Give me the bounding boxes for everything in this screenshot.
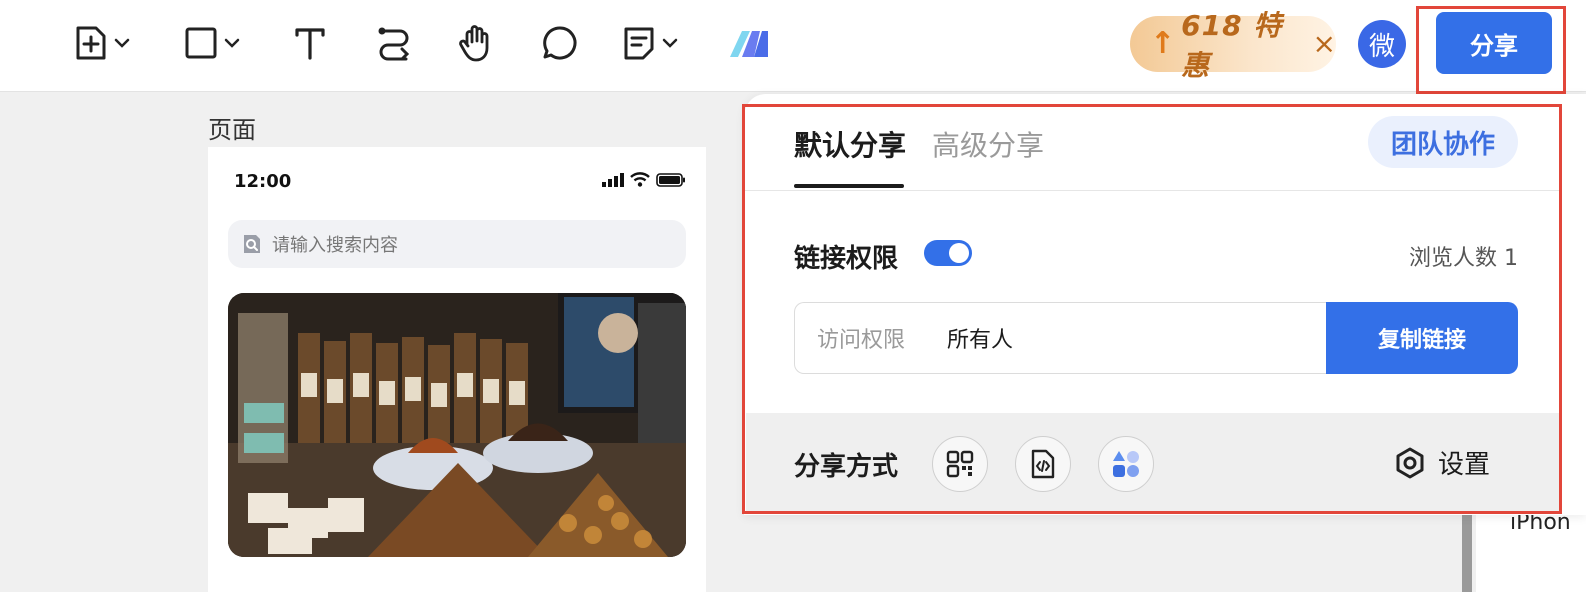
battery-icon: [656, 172, 685, 187]
food-market-photo: [228, 293, 686, 557]
tab-advanced-share[interactable]: 高级分享: [932, 124, 1044, 164]
search-placeholder: 请输入搜索内容: [272, 235, 398, 256]
status-time: 12:00: [234, 171, 292, 192]
link-permission-label: 链接权限: [794, 244, 899, 274]
hand-icon: [459, 25, 489, 62]
qrcode-icon: [946, 450, 974, 478]
sticky-note-icon: [624, 27, 654, 60]
toolbar: ↑ 618 特惠 × 微 分享: [0, 0, 1586, 94]
promo-text: 618 特惠: [1181, 9, 1283, 82]
search-input[interactable]: 请输入搜索内容: [228, 220, 686, 268]
connector-tool[interactable]: [376, 20, 412, 66]
copy-link-button[interactable]: 复制链接: [1326, 302, 1518, 374]
avatar[interactable]: 微: [1358, 20, 1406, 68]
settings-label: 设置: [1438, 450, 1491, 480]
tab-default-share[interactable]: 默认分享: [794, 124, 906, 164]
rectangle-icon: [185, 27, 217, 59]
add-page-icon: [76, 26, 106, 60]
page-label: 页面: [208, 116, 256, 144]
wifi-icon: [630, 172, 650, 187]
share-methods-label: 分享方式: [794, 452, 899, 482]
tab-divider: [744, 190, 1562, 191]
ai-logo-icon: [730, 31, 768, 57]
comment-icon: [543, 26, 577, 60]
toggle-knob: [949, 243, 969, 263]
link-permission-toggle[interactable]: [924, 240, 972, 266]
promo-banner[interactable]: ↑ 618 特惠 ×: [1130, 9, 1336, 82]
status-icons: [602, 172, 686, 187]
access-permission-select[interactable]: 访问权限 所有人: [794, 302, 1330, 374]
phone-frame[interactable]: 12:00 请输入搜索内容: [208, 147, 706, 592]
rectangle-tool[interactable]: [184, 20, 240, 66]
highlight-outline: [1416, 6, 1566, 94]
text-icon: [295, 28, 325, 60]
active-tab-indicator: [794, 184, 904, 188]
chevron-down-icon[interactable]: [662, 38, 678, 48]
chevron-down-icon[interactable]: [224, 38, 240, 48]
qrcode-share-button[interactable]: [932, 436, 988, 492]
sticky-note-tool[interactable]: [622, 20, 678, 66]
embed-code-icon: [1031, 449, 1055, 479]
signal-icon: [602, 172, 624, 187]
close-icon[interactable]: ×: [1313, 30, 1336, 58]
apps-share-button[interactable]: [1098, 436, 1154, 492]
connector-icon: [378, 27, 410, 61]
settings-button[interactable]: 设置: [1394, 444, 1490, 481]
chevron-down-icon[interactable]: [114, 38, 130, 48]
team-collaboration-button[interactable]: 团队协作: [1368, 116, 1518, 168]
ai-tool[interactable]: [728, 20, 770, 66]
add-page-tool[interactable]: [74, 20, 130, 66]
apps-icon: [1113, 451, 1139, 477]
text-tool[interactable]: [294, 20, 326, 66]
hand-tool[interactable]: [458, 20, 494, 66]
embed-share-button[interactable]: [1015, 436, 1071, 492]
search-icon: [244, 235, 260, 253]
settings-icon: [1396, 447, 1424, 478]
access-permission-value: 所有人: [947, 328, 1014, 353]
access-permission-label: 访问权限: [817, 328, 906, 353]
comment-tool[interactable]: [542, 20, 578, 66]
viewer-count: 浏览人数 1: [1409, 246, 1518, 271]
arrow-up-icon: ↑: [1150, 26, 1176, 61]
